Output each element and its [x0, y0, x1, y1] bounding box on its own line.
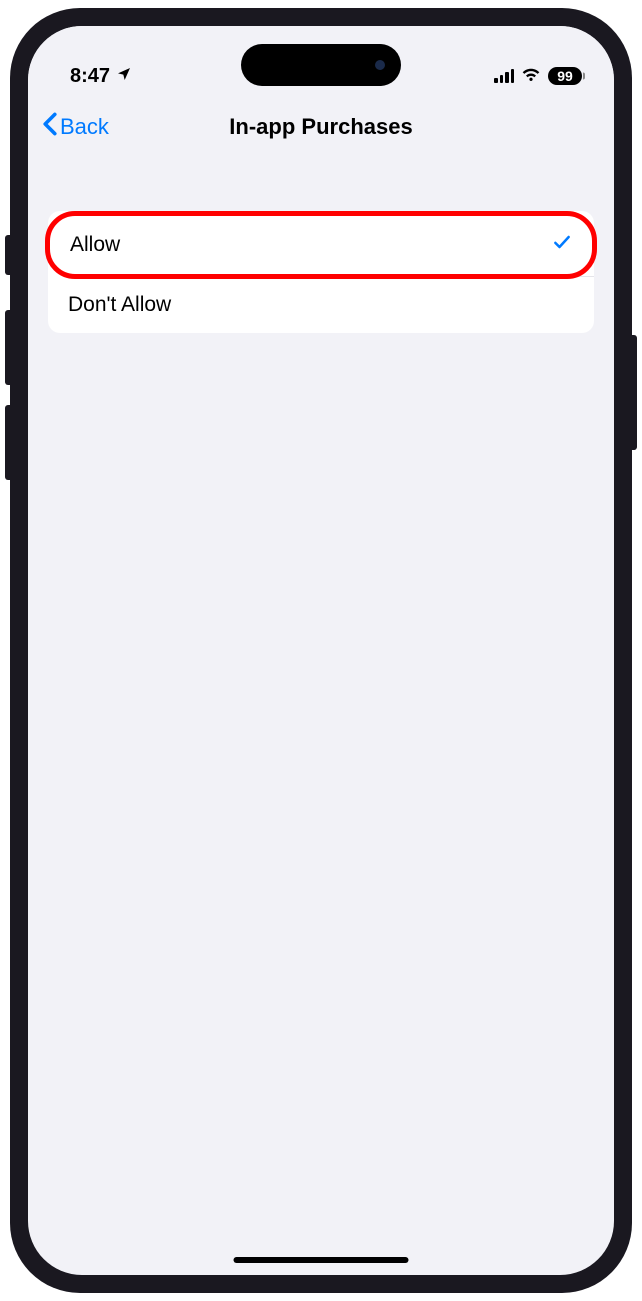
- checkmark-icon: [552, 232, 572, 258]
- option-dont-allow-label: Don't Allow: [68, 293, 171, 317]
- chevron-left-icon: [42, 112, 58, 142]
- page-title: In-app Purchases: [229, 114, 412, 140]
- status-time: 8:47: [70, 65, 110, 88]
- option-allow-label: Allow: [70, 233, 120, 257]
- status-right: 99: [494, 66, 582, 86]
- dynamic-island: [241, 44, 401, 86]
- status-left: 8:47: [70, 65, 132, 88]
- back-label: Back: [60, 114, 109, 140]
- option-allow[interactable]: Allow: [45, 211, 597, 279]
- cellular-signal-icon: [494, 69, 514, 83]
- navigation-bar: Back In-app Purchases: [28, 98, 614, 160]
- phone-frame: 8:47: [10, 8, 632, 1293]
- back-button[interactable]: Back: [42, 112, 109, 142]
- location-services-icon: [116, 66, 132, 87]
- wifi-icon: [521, 66, 541, 86]
- content-area: Allow Don't Allow: [28, 160, 614, 333]
- battery-indicator: 99: [548, 67, 582, 85]
- home-indicator[interactable]: [234, 1257, 409, 1263]
- phone-screen: 8:47: [28, 26, 614, 1275]
- options-list: Allow Don't Allow: [48, 211, 594, 333]
- battery-level: 99: [557, 68, 573, 84]
- option-dont-allow[interactable]: Don't Allow: [48, 277, 594, 333]
- phone-power-button: [632, 335, 637, 450]
